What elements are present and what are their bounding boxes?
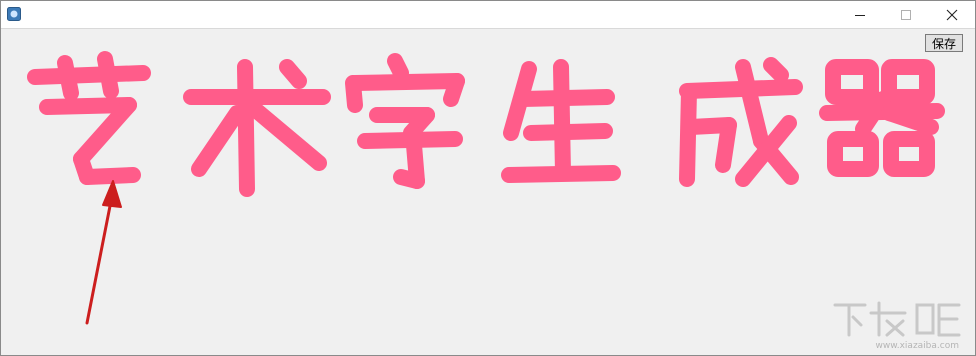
app-window-icon: [7, 7, 21, 21]
art-char-zi: [345, 53, 465, 189]
maximize-icon: [901, 9, 911, 20]
watermark: www.xiazaiba.com: [825, 295, 965, 351]
minimize-icon: [855, 14, 865, 16]
maximize-button[interactable]: [883, 1, 929, 28]
watermark-url: www.xiazaiba.com: [875, 341, 959, 351]
title-bar[interactable]: [1, 1, 975, 29]
art-char-yi: [27, 51, 151, 185]
close-icon: [946, 9, 958, 20]
art-char-qi: [819, 59, 945, 177]
art-char-sheng: [501, 59, 621, 183]
art-canvas: www.xiazaiba.com: [1, 29, 975, 355]
minimize-button[interactable]: [837, 1, 883, 28]
app-window: 保存 www.xiazaiba.com: [0, 0, 976, 356]
art-char-shu: [183, 59, 331, 197]
annotation-arrow: [85, 180, 122, 325]
watermark-logo: [833, 301, 961, 337]
close-button[interactable]: [929, 1, 975, 28]
art-char-cheng: [679, 57, 803, 187]
